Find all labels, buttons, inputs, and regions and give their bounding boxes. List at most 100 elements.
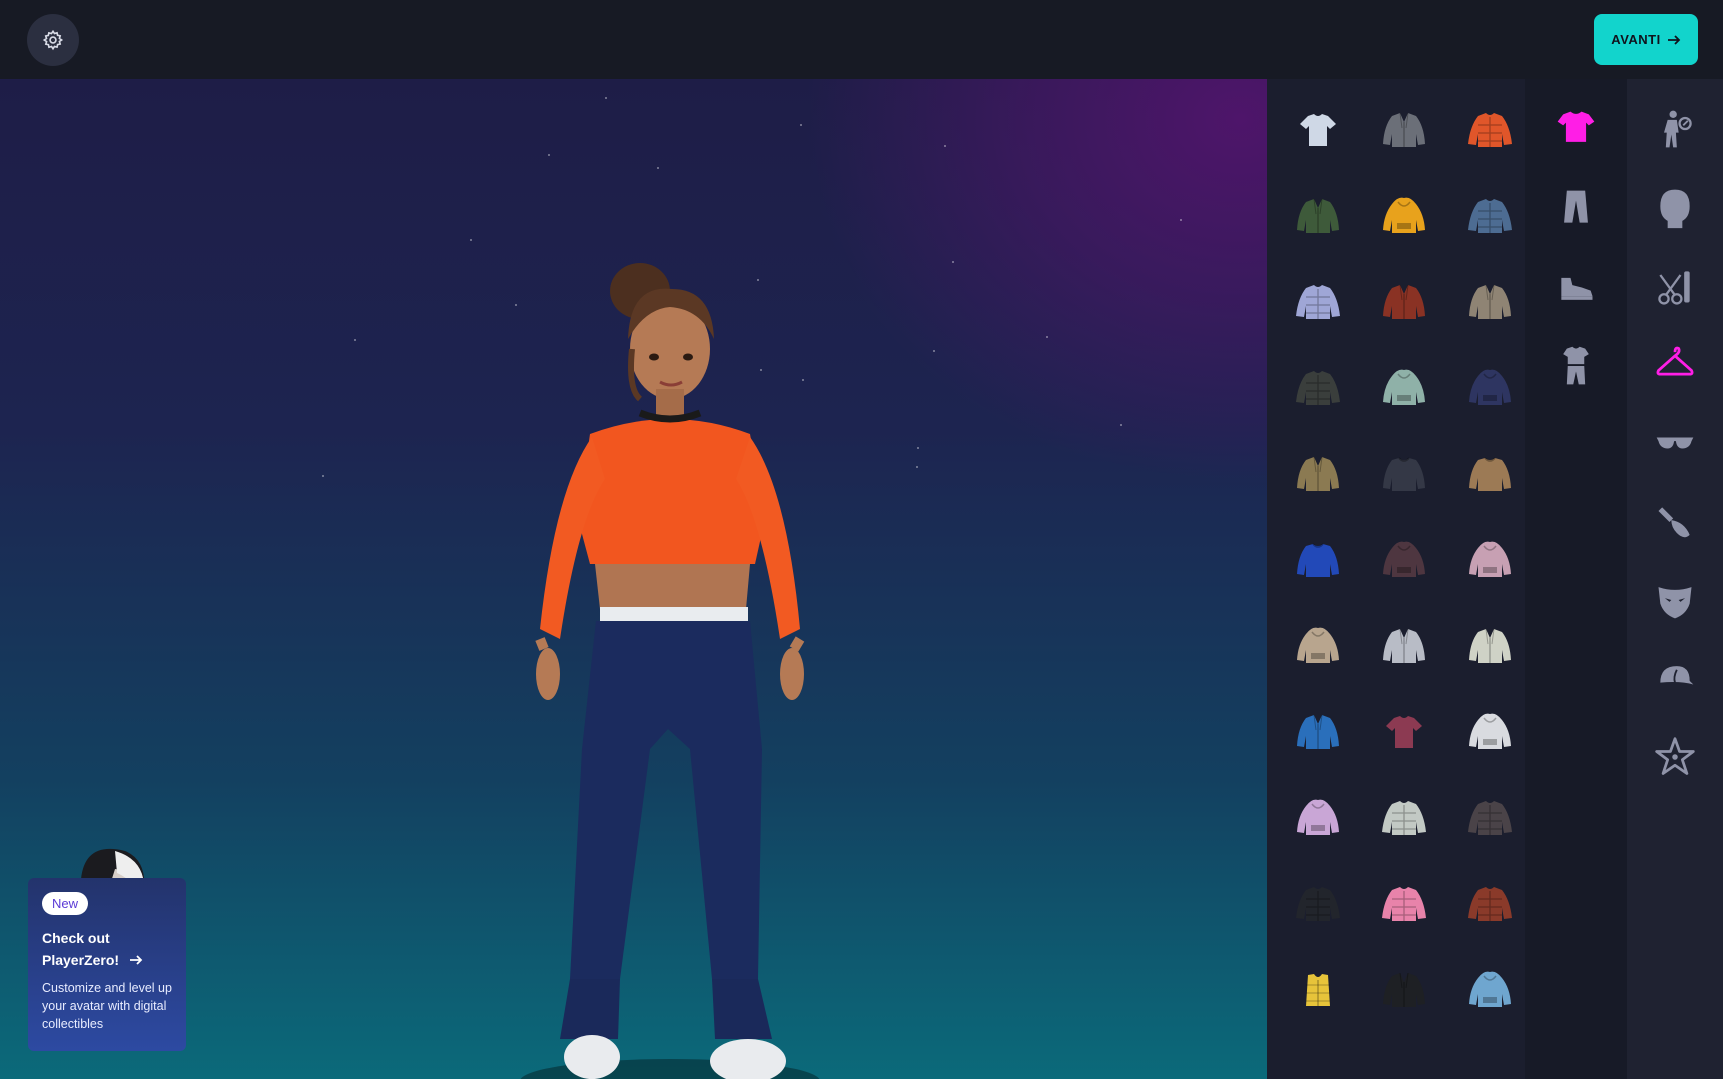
star [548, 154, 550, 156]
playerzero-promo-card[interactable]: New Check out PlayerZero! Customize and … [28, 878, 186, 1051]
clothing-item-14[interactable] [1361, 431, 1447, 517]
clothing-item-33[interactable] [1447, 947, 1533, 1033]
hair-styling-icon [1658, 271, 1690, 305]
clothing-item-7[interactable] [1275, 259, 1361, 345]
clothing-item-20[interactable] [1361, 603, 1447, 689]
jacket-icon [1383, 972, 1425, 1007]
clothing-item-31[interactable] [1275, 947, 1361, 1033]
body-type-tab[interactable] [1649, 103, 1701, 155]
hoodie-icon [1469, 971, 1511, 1007]
promo-description: Customize and level up your avatar with … [42, 981, 172, 1031]
vest-icon [1306, 974, 1330, 1006]
shoe-tab[interactable] [1550, 261, 1602, 313]
clothing-item-18[interactable] [1447, 517, 1533, 603]
clothing-item-8[interactable] [1361, 259, 1447, 345]
hoodie-icon [1469, 369, 1511, 405]
mask-icon [1658, 587, 1692, 619]
clothing-items-grid [1275, 87, 1533, 1033]
star [916, 466, 918, 468]
head-tab[interactable] [1649, 182, 1701, 234]
clothing-item-5[interactable] [1361, 173, 1447, 259]
star [470, 239, 472, 241]
glasses-icon [1656, 437, 1694, 449]
top-bar: AVANTI [0, 0, 1723, 79]
clothing-item-27[interactable] [1447, 775, 1533, 861]
favorites-star-icon [1655, 737, 1695, 775]
clothing-item-15[interactable] [1447, 431, 1533, 517]
clothing-item-29[interactable] [1361, 861, 1447, 947]
clothing-item-1[interactable] [1275, 87, 1361, 173]
head-icon [1660, 189, 1690, 228]
clothing-item-16[interactable] [1275, 517, 1361, 603]
clothing-item-13[interactable] [1275, 431, 1361, 517]
clothing-item-9[interactable] [1447, 259, 1533, 345]
clothing-item-26[interactable] [1361, 775, 1447, 861]
clothing-item-12[interactable] [1447, 345, 1533, 431]
jacket-icon [1469, 284, 1511, 319]
jacket-icon [1297, 456, 1339, 491]
next-button-label: AVANTI [1611, 32, 1661, 47]
settings-button[interactable] [27, 14, 79, 66]
pants-tab[interactable] [1550, 182, 1602, 234]
clothing-hanger-tab[interactable] [1649, 339, 1701, 391]
cap-tab[interactable] [1649, 653, 1701, 705]
star [322, 475, 324, 477]
hoodie-icon [1469, 713, 1511, 749]
makeup-brush-icon [1658, 506, 1690, 537]
clothing-item-24[interactable] [1447, 689, 1533, 775]
puffer-icon [1468, 113, 1512, 147]
jacket-icon [1297, 198, 1339, 233]
favorites-star-tab[interactable] [1649, 731, 1701, 783]
clothing-item-32[interactable] [1361, 947, 1447, 1033]
star [1180, 219, 1182, 221]
makeup-brush-tab[interactable] [1649, 496, 1701, 548]
star [952, 261, 954, 263]
puffer-icon [1468, 199, 1512, 233]
next-button[interactable]: AVANTI [1594, 14, 1698, 65]
mask-tab[interactable] [1649, 574, 1701, 626]
top-tab[interactable] [1550, 103, 1602, 155]
tshirt-icon [1300, 114, 1336, 146]
clothing-item-2[interactable] [1361, 87, 1447, 173]
pants-icon [1564, 190, 1588, 223]
clothing-items-panel [1267, 79, 1525, 1079]
star [605, 97, 607, 99]
arrow-right-icon [1667, 34, 1681, 45]
clothing-item-30[interactable] [1447, 861, 1533, 947]
hoodie-icon [1383, 541, 1425, 577]
hoodie-icon [1383, 369, 1425, 405]
outfit-tab[interactable] [1550, 340, 1602, 392]
clothing-item-3[interactable] [1447, 87, 1533, 173]
clothing-item-25[interactable] [1275, 775, 1361, 861]
hair-styling-tab[interactable] [1649, 260, 1701, 312]
clothing-item-28[interactable] [1275, 861, 1361, 947]
sweater-icon [1383, 457, 1425, 491]
clothing-item-6[interactable] [1447, 173, 1533, 259]
clothing-hanger-icon [1656, 346, 1694, 376]
clothing-item-17[interactable] [1361, 517, 1447, 603]
puffer-icon [1296, 371, 1340, 405]
clothing-item-4[interactable] [1275, 173, 1361, 259]
clothing-item-19[interactable] [1275, 603, 1361, 689]
star [933, 350, 935, 352]
clothing-item-22[interactable] [1275, 689, 1361, 775]
shoe-icon [1561, 277, 1593, 300]
promo-title[interactable]: Check out PlayerZero! [42, 927, 172, 971]
clothing-item-10[interactable] [1275, 345, 1361, 431]
jacket-icon [1383, 284, 1425, 319]
clothing-item-23[interactable] [1361, 689, 1447, 775]
avatar-preview-stage[interactable]: New Check out PlayerZero! Customize and … [0, 79, 1267, 1079]
promo-title-line2: PlayerZero! [42, 952, 120, 968]
sweater-icon [1469, 457, 1511, 491]
cap-icon [1660, 665, 1694, 684]
puffer-icon [1468, 887, 1512, 921]
outfit-subcategory-bar [1525, 79, 1627, 1079]
clothing-item-11[interactable] [1361, 345, 1447, 431]
outfit-icon [1563, 346, 1589, 385]
glasses-tab[interactable] [1649, 417, 1701, 469]
puffer-icon [1382, 887, 1426, 921]
star [1120, 424, 1122, 426]
clothing-item-21[interactable] [1447, 603, 1533, 689]
avatar-model[interactable] [500, 189, 840, 1079]
hoodie-icon [1469, 541, 1511, 577]
